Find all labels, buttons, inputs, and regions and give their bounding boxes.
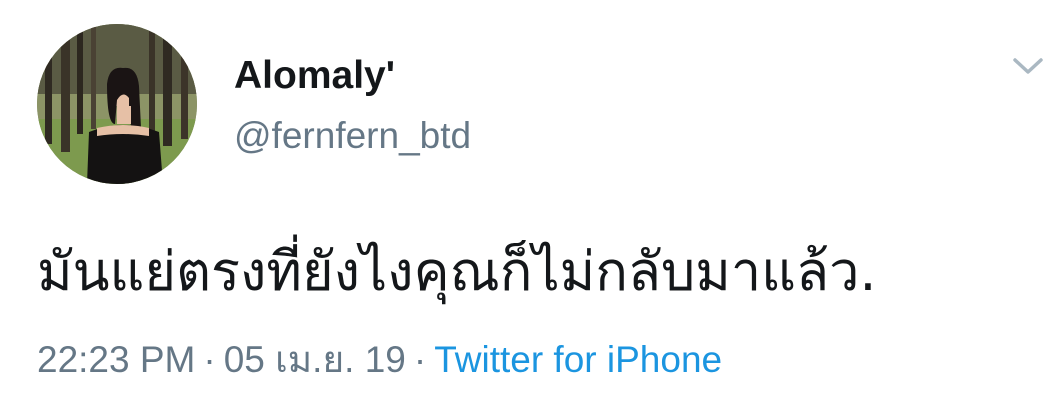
chevron-down-icon [1013, 58, 1043, 74]
tweet-source-link[interactable]: Twitter for iPhone [434, 339, 722, 380]
tweet-meta: 22:23 PM · 05 เม.ย. 19 · Twitter for iPhone [37, 334, 722, 386]
avatar[interactable] [37, 24, 197, 184]
meta-separator: · [203, 339, 216, 380]
user-handle[interactable]: @fernfern_btd [234, 112, 471, 160]
display-name[interactable]: Alomaly' [234, 52, 395, 100]
meta-separator: · [413, 339, 427, 380]
tweet-menu-button[interactable] [1004, 46, 1052, 86]
tweet-time[interactable]: 22:23 PM [37, 339, 195, 380]
tweet-text: มันแย่ตรงที่ยังไงคุณก็ไม่กลับมาแล้ว. [37, 240, 877, 303]
tweet-date[interactable]: 05 เม.ย. 19 [224, 339, 406, 380]
tweet-card: Alomaly' @fernfern_btd มันแย่ตรงที่ยังไง… [0, 0, 1060, 404]
avatar-photo [37, 24, 197, 184]
